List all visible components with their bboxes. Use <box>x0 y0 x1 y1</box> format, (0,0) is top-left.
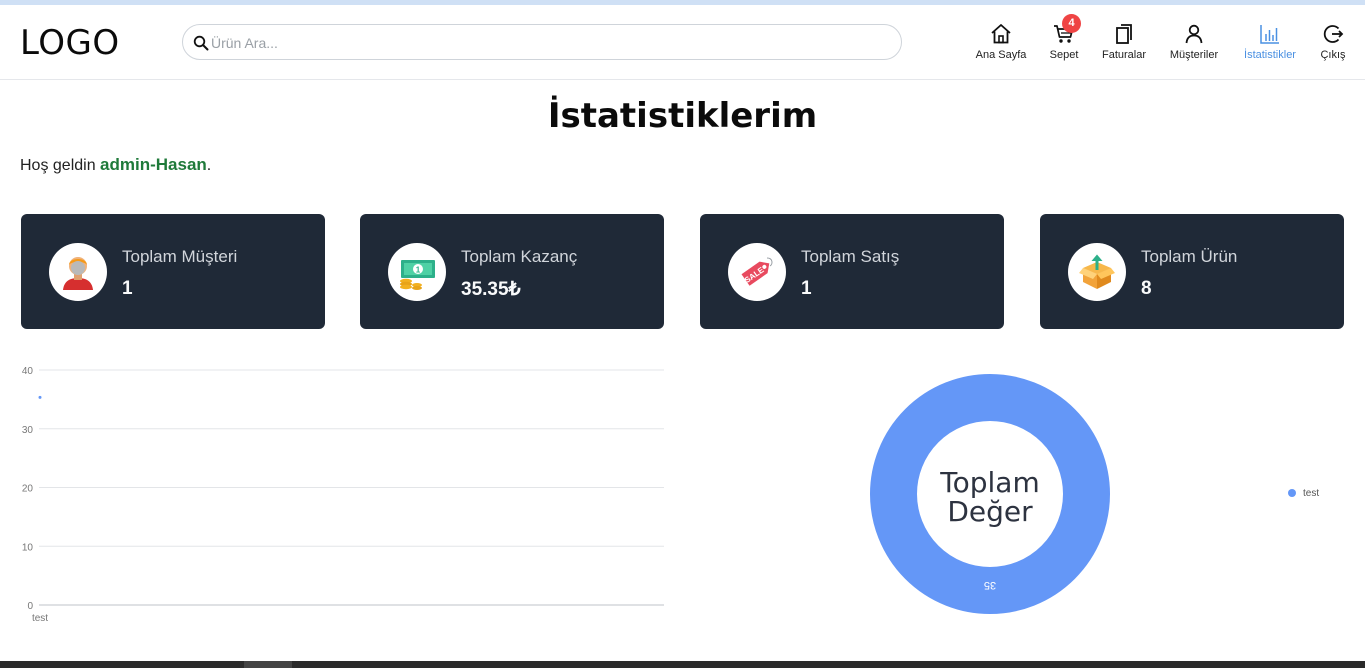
stat-card-icon-circle <box>1068 243 1126 301</box>
y-tick-label: 20 <box>22 484 34 495</box>
y-tick-label: 0 <box>27 601 33 612</box>
welcome-suffix: . <box>206 157 212 174</box>
customer-avatar-icon <box>63 257 93 290</box>
nav-logout-label: Çıkış <box>1320 49 1346 61</box>
legend-label: test <box>1303 488 1319 499</box>
stat-card-value: 1 <box>122 278 133 299</box>
nav-customers[interactable]: Müşteriler <box>1164 22 1224 68</box>
search-icon <box>193 35 209 51</box>
stat-card-value: 8 <box>1141 278 1152 299</box>
nav-logout[interactable]: Çıkış <box>1316 22 1350 68</box>
stat-card-customers: Toplam Müşteri 1 <box>21 214 325 329</box>
welcome-username: admin-Hasan <box>100 155 207 174</box>
nav-cart-label: Sepet <box>1049 49 1079 61</box>
stat-card-earnings: 1 Toplam Kazanç 35.35₺ <box>360 214 664 329</box>
data-point <box>38 395 42 399</box>
stat-card-value: 35.35₺ <box>461 279 521 300</box>
search-bar[interactable] <box>182 24 902 60</box>
line-chart: 0 10 20 30 40 test <box>22 366 664 624</box>
svg-text:1: 1 <box>416 266 421 275</box>
nav-statistics-label: İstatistikler <box>1244 49 1296 61</box>
welcome-message: Hoş geldin admin-Hasan. <box>20 155 211 175</box>
stat-card-title: Toplam Kazanç <box>461 247 578 266</box>
doughnut-center-text: Değer <box>947 495 1033 528</box>
home-icon <box>991 24 1011 44</box>
logo[interactable]: LOGO <box>20 23 120 63</box>
logout-icon <box>1323 25 1344 43</box>
slice-value-label: 35 <box>984 579 996 591</box>
sale-tag-icon: SALE <box>741 257 773 286</box>
top-navbar: LOGO Ana Sayfa 4 Sepet Faturalar <box>0 5 1365 80</box>
y-tick-label: 40 <box>22 366 34 377</box>
taskbar-item[interactable] <box>244 661 292 668</box>
stat-card-icon-circle: SALE <box>728 243 786 301</box>
nav-invoices-label: Faturalar <box>1101 49 1147 61</box>
nav-home[interactable]: Ana Sayfa <box>972 22 1030 68</box>
nav-statistics[interactable]: İstatistikler <box>1238 22 1302 68</box>
stat-card-value: 1 <box>801 278 812 299</box>
nav-cart[interactable]: 4 Sepet <box>1042 14 1086 68</box>
nav-customers-label: Müşteriler <box>1169 49 1219 61</box>
invoices-icon <box>1116 24 1132 44</box>
stat-card-title: Toplam Satış <box>801 247 900 266</box>
nav-invoices[interactable]: Faturalar <box>1099 22 1149 68</box>
stat-card-sales: SALE Toplam Satış 1 <box>700 214 1004 329</box>
doughnut-chart: 35ToplamDeğertest <box>870 374 1319 614</box>
y-tick-label: 30 <box>22 425 34 436</box>
cart-count-badge: 4 <box>1062 14 1081 33</box>
x-tick-label: test <box>32 613 48 624</box>
stat-card-icon-circle <box>49 243 107 301</box>
search-input[interactable] <box>211 32 881 54</box>
welcome-prefix: Hoş geldin <box>20 157 101 174</box>
product-box-icon <box>1079 254 1115 289</box>
legend-marker <box>1288 489 1296 497</box>
bar-chart-icon <box>1260 25 1279 44</box>
stat-card-products: Toplam Ürün 8 <box>1040 214 1344 329</box>
stat-card-icon-circle: 1 <box>388 243 446 301</box>
page-title: İstatistiklerim <box>547 96 818 136</box>
y-tick-label: 10 <box>22 542 34 553</box>
nav-home-label: Ana Sayfa <box>975 49 1027 61</box>
stat-card-title: Toplam Ürün <box>1141 247 1238 266</box>
money-icon: 1 <box>400 260 435 290</box>
taskbar <box>0 661 1365 668</box>
user-icon <box>1185 24 1203 44</box>
stat-card-title: Toplam Müşteri <box>122 247 238 266</box>
